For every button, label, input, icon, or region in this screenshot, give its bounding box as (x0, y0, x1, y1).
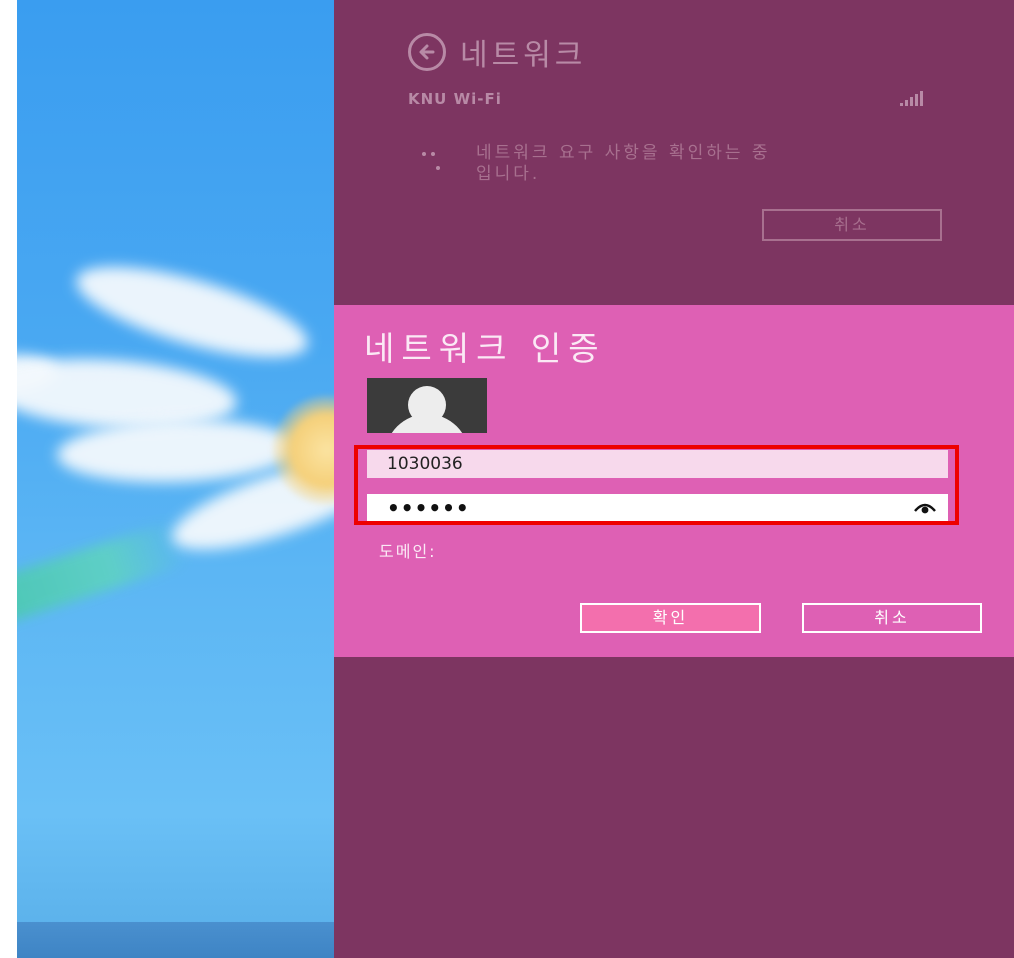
progress-spinner-icon (422, 150, 446, 174)
flower-petal (67, 248, 317, 376)
connection-status: 네트워크 요구 사항을 확인하는 중입니다. (476, 143, 771, 184)
taskbar (17, 922, 334, 958)
dialog-title: 네트워크 인증 (364, 329, 606, 368)
credentials-highlight-box (354, 445, 959, 525)
desktop-background (17, 0, 334, 958)
panel-title: 네트워크 (460, 38, 587, 73)
network-header: 네트워크 (408, 30, 586, 74)
network-name: KNU Wi-Fi (408, 90, 502, 108)
wifi-signal-icon (900, 90, 923, 106)
cancel-connection-button[interactable]: 취소 (762, 209, 942, 241)
network-panel: 네트워크 KNU Wi-Fi 네트워크 요구 사항을 확인하는 중입니다. 취소… (334, 0, 1014, 958)
back-arrow-icon[interactable] (408, 33, 446, 71)
user-avatar-icon (367, 378, 487, 433)
cancel-button[interactable]: 취소 (802, 603, 982, 633)
flower-stem (17, 519, 190, 623)
domain-label: 도메인: (379, 542, 437, 561)
ok-button[interactable]: 확인 (580, 603, 761, 633)
network-auth-dialog: 네트워크 인증 •••••• 도메인: 확인 취소 (334, 305, 1014, 657)
avatar-head (408, 386, 446, 424)
